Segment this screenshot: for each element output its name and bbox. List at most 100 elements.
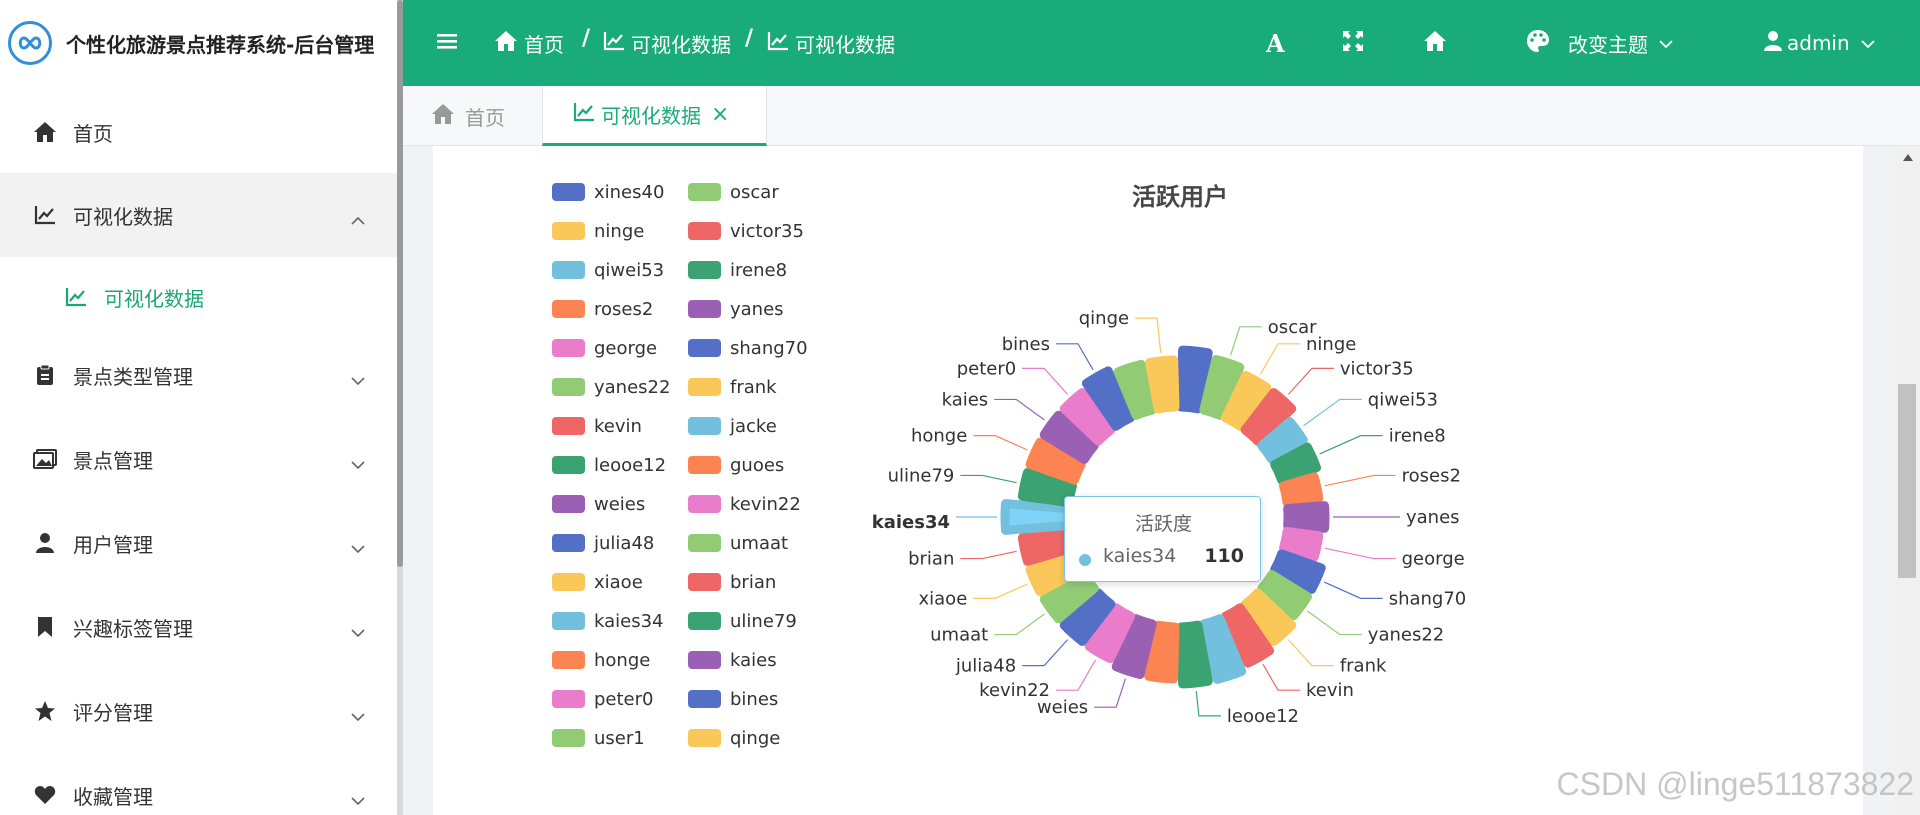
- rose-slice[interactable]: [1000, 499, 1073, 535]
- image-icon: [33, 447, 57, 471]
- content-scrollbar[interactable]: [1894, 146, 1920, 815]
- close-icon[interactable]: ×: [711, 102, 729, 127]
- legend-swatch: [688, 183, 721, 201]
- tab-visualization[interactable]: 可视化数据 ×: [542, 86, 767, 146]
- slice-label: frank: [1340, 656, 1387, 677]
- legend-item[interactable]: victor35: [688, 221, 804, 242]
- legend-label: yanes22: [594, 377, 670, 398]
- label-line: [1287, 639, 1334, 667]
- sidebar-item-visualization[interactable]: 可视化数据: [0, 173, 397, 257]
- sidebar-item-label: 景点管理: [73, 448, 153, 473]
- sidebar-item-interest-tags[interactable]: 兴趣标签管理: [0, 585, 397, 669]
- legend-item[interactable]: oscar: [688, 182, 779, 203]
- sidebar-item-users[interactable]: 用户管理: [0, 501, 397, 585]
- active-users-rose-chart: xines40 oscar ninge victor35 qiwei53 irene8 ro…: [552, 182, 1466, 749]
- heart-icon: [33, 783, 57, 807]
- sidebar-item-label: 评分管理: [73, 700, 153, 725]
- legend-item[interactable]: uline79: [688, 611, 797, 632]
- legend-item[interactable]: roses2: [552, 299, 653, 320]
- chevron-up-icon: [350, 207, 366, 231]
- label-line: [1319, 435, 1383, 455]
- label-line: [1303, 398, 1362, 427]
- home-button[interactable]: [1422, 0, 1448, 86]
- font-size-button[interactable]: A: [1266, 0, 1285, 86]
- legend-item[interactable]: kaies: [688, 650, 777, 671]
- legend-swatch: [688, 729, 721, 747]
- home-icon: [431, 103, 455, 130]
- line-chart-icon: [603, 31, 625, 55]
- content-scrollbar-thumb[interactable]: [1898, 384, 1916, 578]
- slice-label: kevin: [1306, 680, 1354, 701]
- legend-item[interactable]: leooe12: [552, 455, 666, 476]
- menu-toggle-button[interactable]: [436, 0, 458, 86]
- legend-item[interactable]: jacke: [688, 416, 777, 437]
- legend-item[interactable]: brian: [688, 572, 776, 593]
- legend-item[interactable]: bines: [688, 689, 778, 710]
- chart-tooltip: 活跃度 kaies34 110: [1064, 496, 1261, 582]
- label-line: [1323, 581, 1383, 599]
- breadcrumb-current: 可视化数据: [767, 0, 895, 86]
- legend-item[interactable]: kevin: [552, 416, 642, 437]
- legend-item[interactable]: peter0: [552, 689, 653, 710]
- rose-slice[interactable]: [1145, 355, 1180, 414]
- breadcrumb-visualization[interactable]: 可视化数据: [603, 0, 731, 86]
- legend-item[interactable]: weies: [552, 494, 645, 515]
- legend-item[interactable]: user1: [552, 728, 645, 749]
- slice-label: kaies: [942, 389, 989, 410]
- slice-label: honge: [911, 426, 967, 447]
- font-size-icon: A: [1266, 28, 1285, 58]
- breadcrumb-home[interactable]: 首页: [494, 0, 564, 86]
- legend-item[interactable]: honge: [552, 650, 650, 671]
- scroll-up-icon[interactable]: [1903, 154, 1913, 161]
- tab-bar: 首页 可视化数据 ×: [403, 86, 1920, 146]
- legend-item[interactable]: qiwei53: [552, 260, 664, 281]
- legend-label: brian: [730, 572, 776, 593]
- legend-swatch: [552, 612, 585, 630]
- slice-label: kaies34: [872, 512, 950, 533]
- chevron-down-icon: [350, 367, 366, 391]
- legend-item[interactable]: xiaoe: [552, 572, 643, 593]
- label-line: [973, 435, 1028, 451]
- tab-home[interactable]: 首页: [431, 86, 505, 146]
- slice-label: roses2: [1402, 465, 1461, 486]
- slice-label: irene8: [1389, 426, 1446, 447]
- breadcrumb-separator: /: [745, 26, 754, 51]
- legend-item[interactable]: qinge: [688, 728, 780, 749]
- rose-slice[interactable]: [1279, 472, 1324, 507]
- sidebar-item-ratings[interactable]: 评分管理: [0, 669, 397, 753]
- legend-item[interactable]: guoes: [688, 455, 784, 476]
- fullscreen-button[interactable]: [1342, 0, 1364, 86]
- label-line: [1056, 659, 1097, 691]
- sidebar-item-favorites[interactable]: 收藏管理: [0, 753, 397, 815]
- legend-item[interactable]: umaat: [688, 533, 788, 554]
- legend-label: oscar: [730, 182, 779, 203]
- label-line: [960, 550, 1017, 560]
- legend-item[interactable]: ninge: [552, 221, 644, 242]
- legend-item[interactable]: yanes: [688, 299, 784, 320]
- sidebar-item-scenic[interactable]: 景点管理: [0, 417, 397, 501]
- legend-swatch: [688, 573, 721, 591]
- theme-label: 改变主题: [1568, 32, 1648, 57]
- slice-label: qiwei53: [1368, 389, 1438, 410]
- theme-dropdown[interactable]: 改变主题: [1526, 0, 1674, 86]
- legend-item[interactable]: frank: [688, 377, 777, 398]
- legend-swatch: [688, 339, 721, 357]
- legend-item[interactable]: shang70: [688, 338, 808, 359]
- legend-label: xines40: [594, 182, 664, 203]
- home-icon: [494, 30, 518, 56]
- legend-item[interactable]: kaies34: [552, 611, 664, 632]
- legend-item[interactable]: yanes22: [552, 377, 670, 398]
- legend-item[interactable]: kevin22: [688, 494, 801, 515]
- sidebar-item-scenic-type[interactable]: 景点类型管理: [0, 333, 397, 417]
- chevron-down-icon: [350, 535, 366, 559]
- chevron-down-icon: [350, 703, 366, 727]
- chart-title: 活跃用户: [1132, 183, 1228, 211]
- legend-item[interactable]: george: [552, 338, 657, 359]
- legend-item[interactable]: julia48: [552, 533, 654, 554]
- legend-item[interactable]: irene8: [688, 260, 787, 281]
- legend-item[interactable]: xines40: [552, 182, 664, 203]
- rose-slice[interactable]: [1283, 501, 1330, 533]
- sidebar-subitem-visualization[interactable]: 可视化数据: [0, 255, 397, 339]
- user-dropdown[interactable]: admin: [1763, 0, 1876, 86]
- sidebar-item-home[interactable]: 首页: [0, 90, 397, 174]
